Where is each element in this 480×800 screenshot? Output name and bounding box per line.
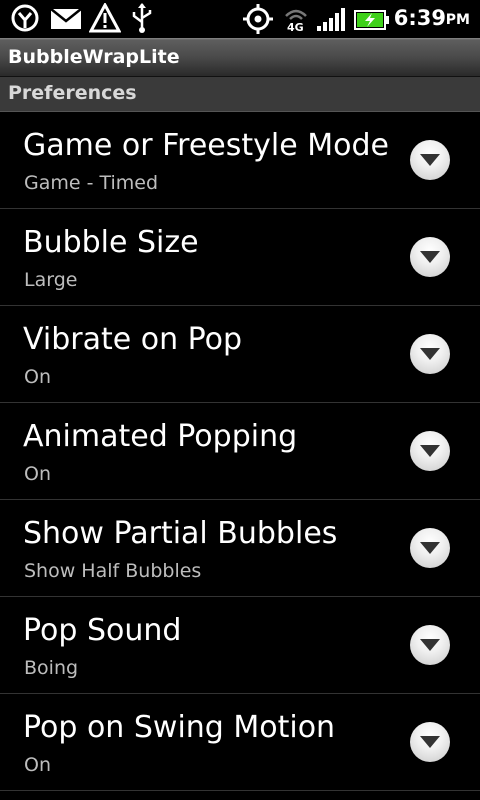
htc-peep-icon xyxy=(10,4,40,32)
usb-icon xyxy=(130,2,154,34)
battery-charging-icon xyxy=(354,10,390,30)
dropdown-arrow-icon[interactable] xyxy=(410,625,450,665)
status-bar: 4G 6:39 PM xyxy=(0,0,480,38)
mail-icon xyxy=(50,8,82,30)
pref-title: Bubble Size xyxy=(23,225,199,260)
dropdown-arrow-icon[interactable] xyxy=(410,334,450,374)
dropdown-arrow-icon[interactable] xyxy=(410,431,450,471)
pref-summary: Large xyxy=(24,269,78,291)
signal-icon xyxy=(316,6,346,32)
app-title: BubbleWrapLite xyxy=(8,46,180,68)
pref-summary: On xyxy=(24,463,51,485)
4g-icon: 4G xyxy=(283,6,309,34)
pref-game-mode[interactable]: Game or Freestyle Mode Game - Timed xyxy=(0,112,480,209)
dropdown-arrow-icon[interactable] xyxy=(410,237,450,277)
pref-show-partial-bubbles[interactable]: Show Partial Bubbles Show Half Bubbles xyxy=(0,500,480,597)
pref-animated-popping[interactable]: Animated Popping On xyxy=(0,403,480,500)
pref-title: Pop Sound xyxy=(23,613,182,648)
pref-title: Vibrate on Pop xyxy=(23,322,243,357)
section-title: Preferences xyxy=(8,82,137,104)
pref-summary: On xyxy=(24,366,51,388)
app-title-bar: BubbleWrapLite xyxy=(0,38,480,77)
dropdown-arrow-icon[interactable] xyxy=(410,140,450,180)
pref-summary: Show Half Bubbles xyxy=(24,560,202,582)
pref-summary: On xyxy=(24,754,51,776)
pref-summary: Game - Timed xyxy=(24,172,159,194)
clock-time: 6:39 xyxy=(393,6,446,30)
pref-pop-sound[interactable]: Pop Sound Boing xyxy=(0,597,480,694)
pref-bubble-size[interactable]: Bubble Size Large xyxy=(0,209,480,306)
pref-title: Pop on Swing Motion xyxy=(23,710,336,745)
dropdown-arrow-icon[interactable] xyxy=(410,722,450,762)
pref-title: Animated Popping xyxy=(23,419,298,454)
pref-title: Game or Freestyle Mode xyxy=(23,128,389,163)
dropdown-arrow-icon[interactable] xyxy=(410,528,450,568)
warning-icon xyxy=(89,3,121,33)
pref-pop-on-swing-motion[interactable]: Pop on Swing Motion On xyxy=(0,694,480,791)
clock-ampm: PM xyxy=(445,12,470,28)
preferences-category-header: Preferences xyxy=(0,77,480,112)
pref-summary: Boing xyxy=(24,657,79,679)
pref-title: Show Partial Bubbles xyxy=(23,516,338,551)
pref-vibrate-on-pop[interactable]: Vibrate on Pop On xyxy=(0,306,480,403)
network-type-label: 4G xyxy=(287,21,304,34)
gps-icon xyxy=(242,3,274,35)
preferences-list: Game or Freestyle Mode Game - Timed Bubb… xyxy=(0,112,480,791)
